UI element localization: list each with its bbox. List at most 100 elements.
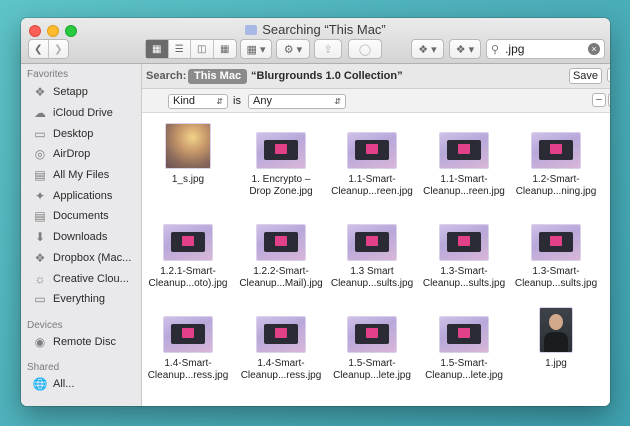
creative-cloud-icon: ☼ [34, 272, 46, 286]
airdrop-icon: ◎ [34, 147, 46, 161]
extension-icon: ❖ ▾ [455, 43, 475, 56]
file-name: 1.jpg [545, 358, 567, 369]
sidebar-item-label: Everything [53, 293, 105, 305]
file-item[interactable]: 1.jpg [510, 308, 602, 370]
file-name-continued: Cleanup...ress.jpg [240, 370, 322, 381]
screenshot-thumbnail [348, 133, 396, 168]
documents-icon: ▤ [34, 209, 46, 223]
search-input[interactable]: ⚲ .jpg × [486, 39, 605, 59]
title-bar: Searching “This Mac” ❮ ❯ ▦ ☰ ◫ ▦ ▦ ▾ ⚙ ▾… [21, 18, 610, 64]
file-item[interactable]: 1.5-Smart- Cleanup...lete.jpg [326, 308, 418, 382]
file-name: 1.3-Smart- [532, 266, 580, 277]
file-item[interactable]: 1.2.2-Smart- Cleanup...Mail).jpg [235, 216, 327, 290]
arrange-button[interactable]: ▦ ▾ [240, 39, 272, 59]
add-criteria-button[interactable]: + [608, 93, 610, 107]
save-search-button[interactable]: Save [569, 68, 602, 84]
file-item[interactable]: 1.4-Smart- Cleanup...ress.jpg [235, 308, 327, 382]
search-scope-label: Search: [146, 70, 187, 82]
value-value: Any [253, 95, 272, 107]
file-item[interactable]: 1.4-Smart- Cleanup...ress.jpg [142, 308, 234, 382]
clear-search-icon[interactable]: × [588, 43, 600, 55]
value-popup[interactable]: Any ⇵ [248, 94, 346, 109]
file-name-continued: Cleanup...lete.jpg [333, 370, 411, 381]
popup-arrows-icon: ⇵ [334, 97, 341, 106]
file-name-continued: Cleanup...sults.jpg [330, 278, 414, 289]
sidebar-item-label: All... [53, 378, 75, 390]
file-name-continued: Cleanup...Mail).jpg [239, 278, 323, 289]
remove-search-button[interactable]: − [607, 68, 610, 82]
dropbox-button[interactable]: ❖ ▾ [411, 39, 444, 59]
sidebar-item-everything[interactable]: ▭ Everything [33, 289, 105, 309]
file-name: 1.5-Smart- [348, 358, 396, 369]
file-item[interactable]: 1.3-Smart- Cleanup...sults.jpg [418, 216, 510, 290]
sidebar-item-airdrop[interactable]: ◎ AirDrop [33, 144, 91, 164]
scope-this-mac-button[interactable]: This Mac [188, 69, 248, 84]
column-view-button[interactable]: ◫ [191, 40, 214, 58]
attribute-popup[interactable]: Kind ⇵ [168, 94, 228, 109]
operator-label: is [233, 95, 241, 107]
sidebar-item-remote-disc[interactable]: ◉ Remote Disc [33, 332, 116, 352]
file-name: 1.2.2-Smart- [253, 266, 309, 277]
arrange-icon: ▦ ▾ [246, 43, 266, 56]
file-name-continued: Cleanup...reen.jpg [423, 186, 505, 197]
sidebar-item-label: Setapp [53, 86, 88, 98]
screenshot-thumbnail [440, 225, 488, 260]
screenshot-thumbnail [440, 317, 488, 352]
photo-thumbnail [166, 124, 210, 168]
file-item[interactable]: 1.1-Smart- Cleanup...reen.jpg [326, 124, 418, 198]
tag-icon: ◯ [358, 43, 372, 56]
view-mode-group: ▦ ☰ ◫ ▦ [145, 39, 237, 59]
back-button[interactable]: ❮ [29, 40, 49, 58]
file-name-continued: Cleanup...ress.jpg [147, 370, 229, 381]
file-item[interactable]: 1.3-Smart- Cleanup...sults.jpg [510, 216, 602, 290]
sidebar-item-desktop[interactable]: ▭ Desktop [33, 124, 93, 144]
screenshot-thumbnail [348, 225, 396, 260]
sidebar-item-setapp[interactable]: ❖ Setapp [33, 82, 88, 102]
screenshot-thumbnail [532, 133, 580, 168]
dropbox-icon: ❖ [34, 251, 46, 265]
action-button[interactable]: ⚙ ▾ [276, 39, 310, 59]
sidebar-item-label: All My Files [53, 169, 110, 181]
search-input-value: .jpg [505, 42, 525, 56]
file-item[interactable]: 1.5-Smart- Cleanup...lete.jpg [418, 308, 510, 382]
scope-folder-button[interactable]: “Blurgrounds 1.0 Collection” [251, 70, 403, 82]
sidebar-item-downloads[interactable]: ⬇ Downloads [33, 227, 107, 247]
sidebar-item-documents[interactable]: ▤ Documents [33, 206, 108, 226]
file-item[interactable]: 1_s.jpg [142, 124, 234, 186]
sidebar: Favorites ❖ Setapp ☁ iCloud Drive ▭ Desktop… [21, 64, 142, 406]
sidebar-item-icloud-drive[interactable]: ☁ iCloud Drive [33, 103, 113, 123]
sidebar-item-all-my-files[interactable]: ▤ All My Files [33, 165, 109, 185]
sidebar-item-applications[interactable]: ✦ Applications [33, 186, 112, 206]
sidebar-item-creative-cloud[interactable]: ☼ Creative Clou... [33, 269, 129, 289]
share-button[interactable]: ⇪ [314, 39, 342, 59]
gear-icon: ⚙ ▾ [283, 43, 303, 56]
sidebar-item-dropbox[interactable]: ❖ Dropbox (Mac... [33, 248, 132, 268]
list-view-button[interactable]: ☰ [169, 40, 191, 58]
gallery-view-button[interactable]: ▦ [214, 40, 236, 58]
file-item[interactable]: 1.2.1-Smart- Cleanup...oto).jpg [142, 216, 234, 290]
screenshot-thumbnail [257, 225, 305, 260]
tags-button[interactable]: ◯ [348, 39, 382, 59]
file-name-continued: Cleanup...lete.jpg [425, 370, 503, 381]
network-icon: 🌐 [32, 377, 48, 391]
setapp-icon: ❖ [34, 85, 46, 99]
file-item[interactable]: 1. Encrypto – Drop Zone.jpg [235, 124, 327, 198]
sidebar-item-all-shared[interactable]: 🌐 All... [32, 374, 75, 394]
file-grid: 1_s.jpg 1. Encrypto – Drop Zone.jpg 1.1-Sma… [142, 113, 610, 406]
file-item[interactable]: 1.1-Smart- Cleanup...reen.jpg [418, 124, 510, 198]
sidebar-item-label: Downloads [53, 231, 108, 243]
file-name: 1.5-Smart- [440, 358, 488, 369]
file-name: 1_s.jpg [171, 174, 205, 185]
remove-criteria-button[interactable]: − [592, 93, 606, 107]
sidebar-header-devices: Devices [27, 320, 63, 331]
extension-button[interactable]: ❖ ▾ [449, 39, 481, 59]
sidebar-item-label: Creative Clou... [53, 273, 129, 285]
icon-view-button[interactable]: ▦ [146, 40, 169, 58]
sidebar-item-label: iCloud Drive [53, 107, 113, 119]
file-name: 1.1-Smart- [440, 174, 488, 185]
forward-button[interactable]: ❯ [49, 40, 68, 58]
file-item[interactable]: 1.3 Smart Cleanup...sults.jpg [326, 216, 418, 290]
sidebar-item-label: AirDrop [53, 148, 91, 160]
file-name-continued: Drop Zone.jpg [249, 186, 313, 197]
file-item[interactable]: 1.2-Smart- Cleanup...ning.jpg [510, 124, 602, 198]
